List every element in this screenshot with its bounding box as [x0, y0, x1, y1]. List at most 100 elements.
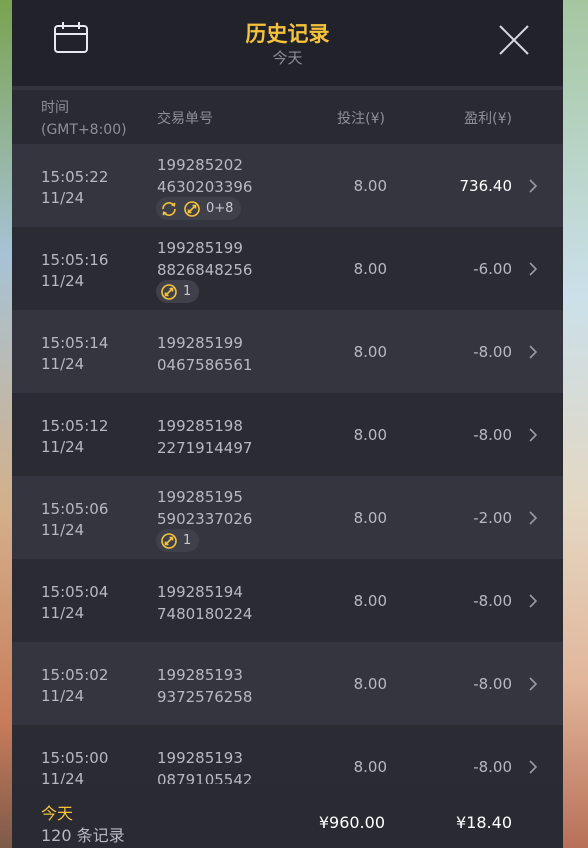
summary-total-profit: ¥18.40: [456, 813, 512, 832]
record-order-line2: 5902337026: [157, 510, 253, 528]
column-order: 交易单号: [157, 111, 213, 127]
record-order: 199285199 0467586561: [157, 332, 252, 376]
record-time: 15:05:22 11/24: [41, 167, 108, 209]
record-list[interactable]: 15:05:22 11/24 199285202 4630203396 0+8 …: [12, 144, 563, 784]
page-title: 历史记录: [245, 22, 330, 46]
record-order: 199285202 4630203396: [157, 154, 252, 198]
chevron-right-icon: [529, 262, 538, 276]
chevron-right-icon: [529, 179, 538, 193]
chevron-right-icon: [529, 594, 538, 608]
record-order: 199285194 7480180224: [157, 581, 252, 625]
record-order-line1: 199285199: [157, 239, 243, 257]
record-date-value: 11/24: [41, 438, 85, 456]
record-order: 199285198 2271914497: [157, 415, 252, 459]
record-time-value: 15:05:06: [41, 500, 109, 518]
refresh-icon: [162, 201, 176, 216]
record-bet: 8.00: [353, 343, 387, 361]
record-time-value: 15:05:14: [41, 334, 109, 352]
record-profit: 736.40: [459, 177, 513, 195]
chevron-right-icon: [529, 677, 538, 691]
record-order-line2: 7480180224: [157, 605, 253, 623]
bet-tags: 1: [156, 529, 200, 552]
summary-total-bet: ¥960.00: [318, 813, 385, 832]
record-order-line2: 0879105542: [157, 771, 253, 784]
column-bet: 投注(¥): [337, 111, 385, 127]
record-order: 199285193 9372576258: [157, 664, 252, 708]
bet-tag-text: 1: [183, 284, 192, 299]
record-profit: -6.00: [473, 260, 512, 278]
record-time: 15:05:12 11/24: [41, 416, 108, 458]
header: 历史记录 今天: [12, 0, 563, 86]
background-left: [0, 0, 12, 848]
record-order: 199285199 8826848256: [157, 237, 252, 281]
record-order-line2: 0467586561: [157, 356, 253, 374]
column-time: 时间 (GMT+8:00): [41, 97, 127, 141]
record-order-line2: 2271914497: [157, 439, 253, 457]
record-bet: 8.00: [353, 509, 387, 527]
record-row[interactable]: 15:05:16 11/24 199285199 8826848256 1 8.…: [12, 227, 563, 310]
record-date-value: 11/24: [41, 355, 85, 373]
chevron-right-icon: [529, 428, 538, 442]
record-time: 15:05:06 11/24: [41, 499, 108, 541]
summary-count: 120 条记录: [41, 826, 125, 845]
record-profit: -8.00: [473, 758, 512, 776]
record-order-line2: 9372576258: [157, 688, 253, 706]
record-row[interactable]: 15:05:14 11/24 199285199 0467586561 8.00…: [12, 310, 563, 393]
bet-tag-text: 0+8: [206, 201, 234, 216]
bet-tags: 1: [156, 280, 200, 303]
record-date-value: 11/24: [41, 604, 85, 622]
record-row[interactable]: 15:05:04 11/24 199285194 7480180224 8.00…: [12, 559, 563, 642]
chevron-right-icon: [529, 345, 538, 359]
history-panel: 历史记录 今天 时间 (GMT+8:00) 交易单号 投注(¥) 盈利(¥) 1…: [12, 0, 563, 848]
page-subtitle: 今天: [272, 49, 303, 67]
ball-icon: [161, 283, 177, 300]
record-order-line1: 199285198: [157, 417, 243, 435]
record-time: 15:05:00 11/24: [41, 748, 108, 784]
record-order-line1: 199285193: [157, 749, 243, 767]
record-row[interactable]: 15:05:02 11/24 199285193 9372576258 8.00…: [12, 642, 563, 725]
ball-icon: [184, 200, 200, 217]
record-order-line2: 4630203396: [157, 178, 253, 196]
summary-period: 今天: [41, 804, 74, 823]
record-profit: -2.00: [473, 509, 512, 527]
record-bet: 8.00: [353, 177, 387, 195]
chevron-right-icon: [529, 760, 538, 774]
record-time-value: 15:05:02: [41, 666, 109, 684]
record-order-line1: 199285202: [157, 156, 243, 174]
record-order-line2: 8826848256: [157, 261, 253, 279]
record-profit: -8.00: [473, 592, 512, 610]
record-row[interactable]: 15:05:06 11/24 199285195 5902337026 1 8.…: [12, 476, 563, 559]
column-profit: 盈利(¥): [464, 111, 512, 127]
record-time: 15:05:02 11/24: [41, 665, 108, 707]
record-bet: 8.00: [353, 592, 387, 610]
close-icon: [499, 25, 529, 55]
record-order-line1: 199285195: [157, 488, 243, 506]
record-time-value: 15:05:22: [41, 168, 109, 186]
record-time-value: 15:05:16: [41, 251, 109, 269]
bet-tags: 0+8: [156, 197, 242, 220]
record-row[interactable]: 15:05:22 11/24 199285202 4630203396 0+8 …: [12, 144, 563, 227]
record-profit: -8.00: [473, 675, 512, 693]
record-date-value: 11/24: [41, 521, 85, 539]
record-time-value: 15:05:12: [41, 417, 109, 435]
record-bet: 8.00: [353, 675, 387, 693]
record-date-value: 11/24: [41, 272, 85, 290]
record-row[interactable]: 15:05:12 11/24 199285198 2271914497 8.00…: [12, 393, 563, 476]
ball-icon: [161, 532, 177, 549]
record-order-line1: 199285194: [157, 583, 243, 601]
record-profit: -8.00: [473, 426, 512, 444]
column-header: 时间 (GMT+8:00) 交易单号 投注(¥) 盈利(¥): [12, 90, 563, 144]
close-button[interactable]: [496, 22, 532, 58]
record-row[interactable]: 15:05:00 11/24 199285193 0879105542 8.00…: [12, 725, 563, 784]
record-time: 15:05:04 11/24: [41, 582, 108, 624]
record-bet: 8.00: [353, 758, 387, 776]
record-order: 199285193 0879105542: [157, 747, 252, 784]
bet-tag-text: 1: [183, 533, 192, 548]
record-time: 15:05:14 11/24: [41, 333, 108, 375]
column-timezone-label: (GMT+8:00): [41, 122, 127, 138]
column-time-label: 时间: [41, 100, 69, 116]
record-time-value: 15:05:00: [41, 749, 109, 767]
chevron-right-icon: [529, 511, 538, 525]
record-date-value: 11/24: [41, 770, 85, 784]
record-date-value: 11/24: [41, 189, 85, 207]
